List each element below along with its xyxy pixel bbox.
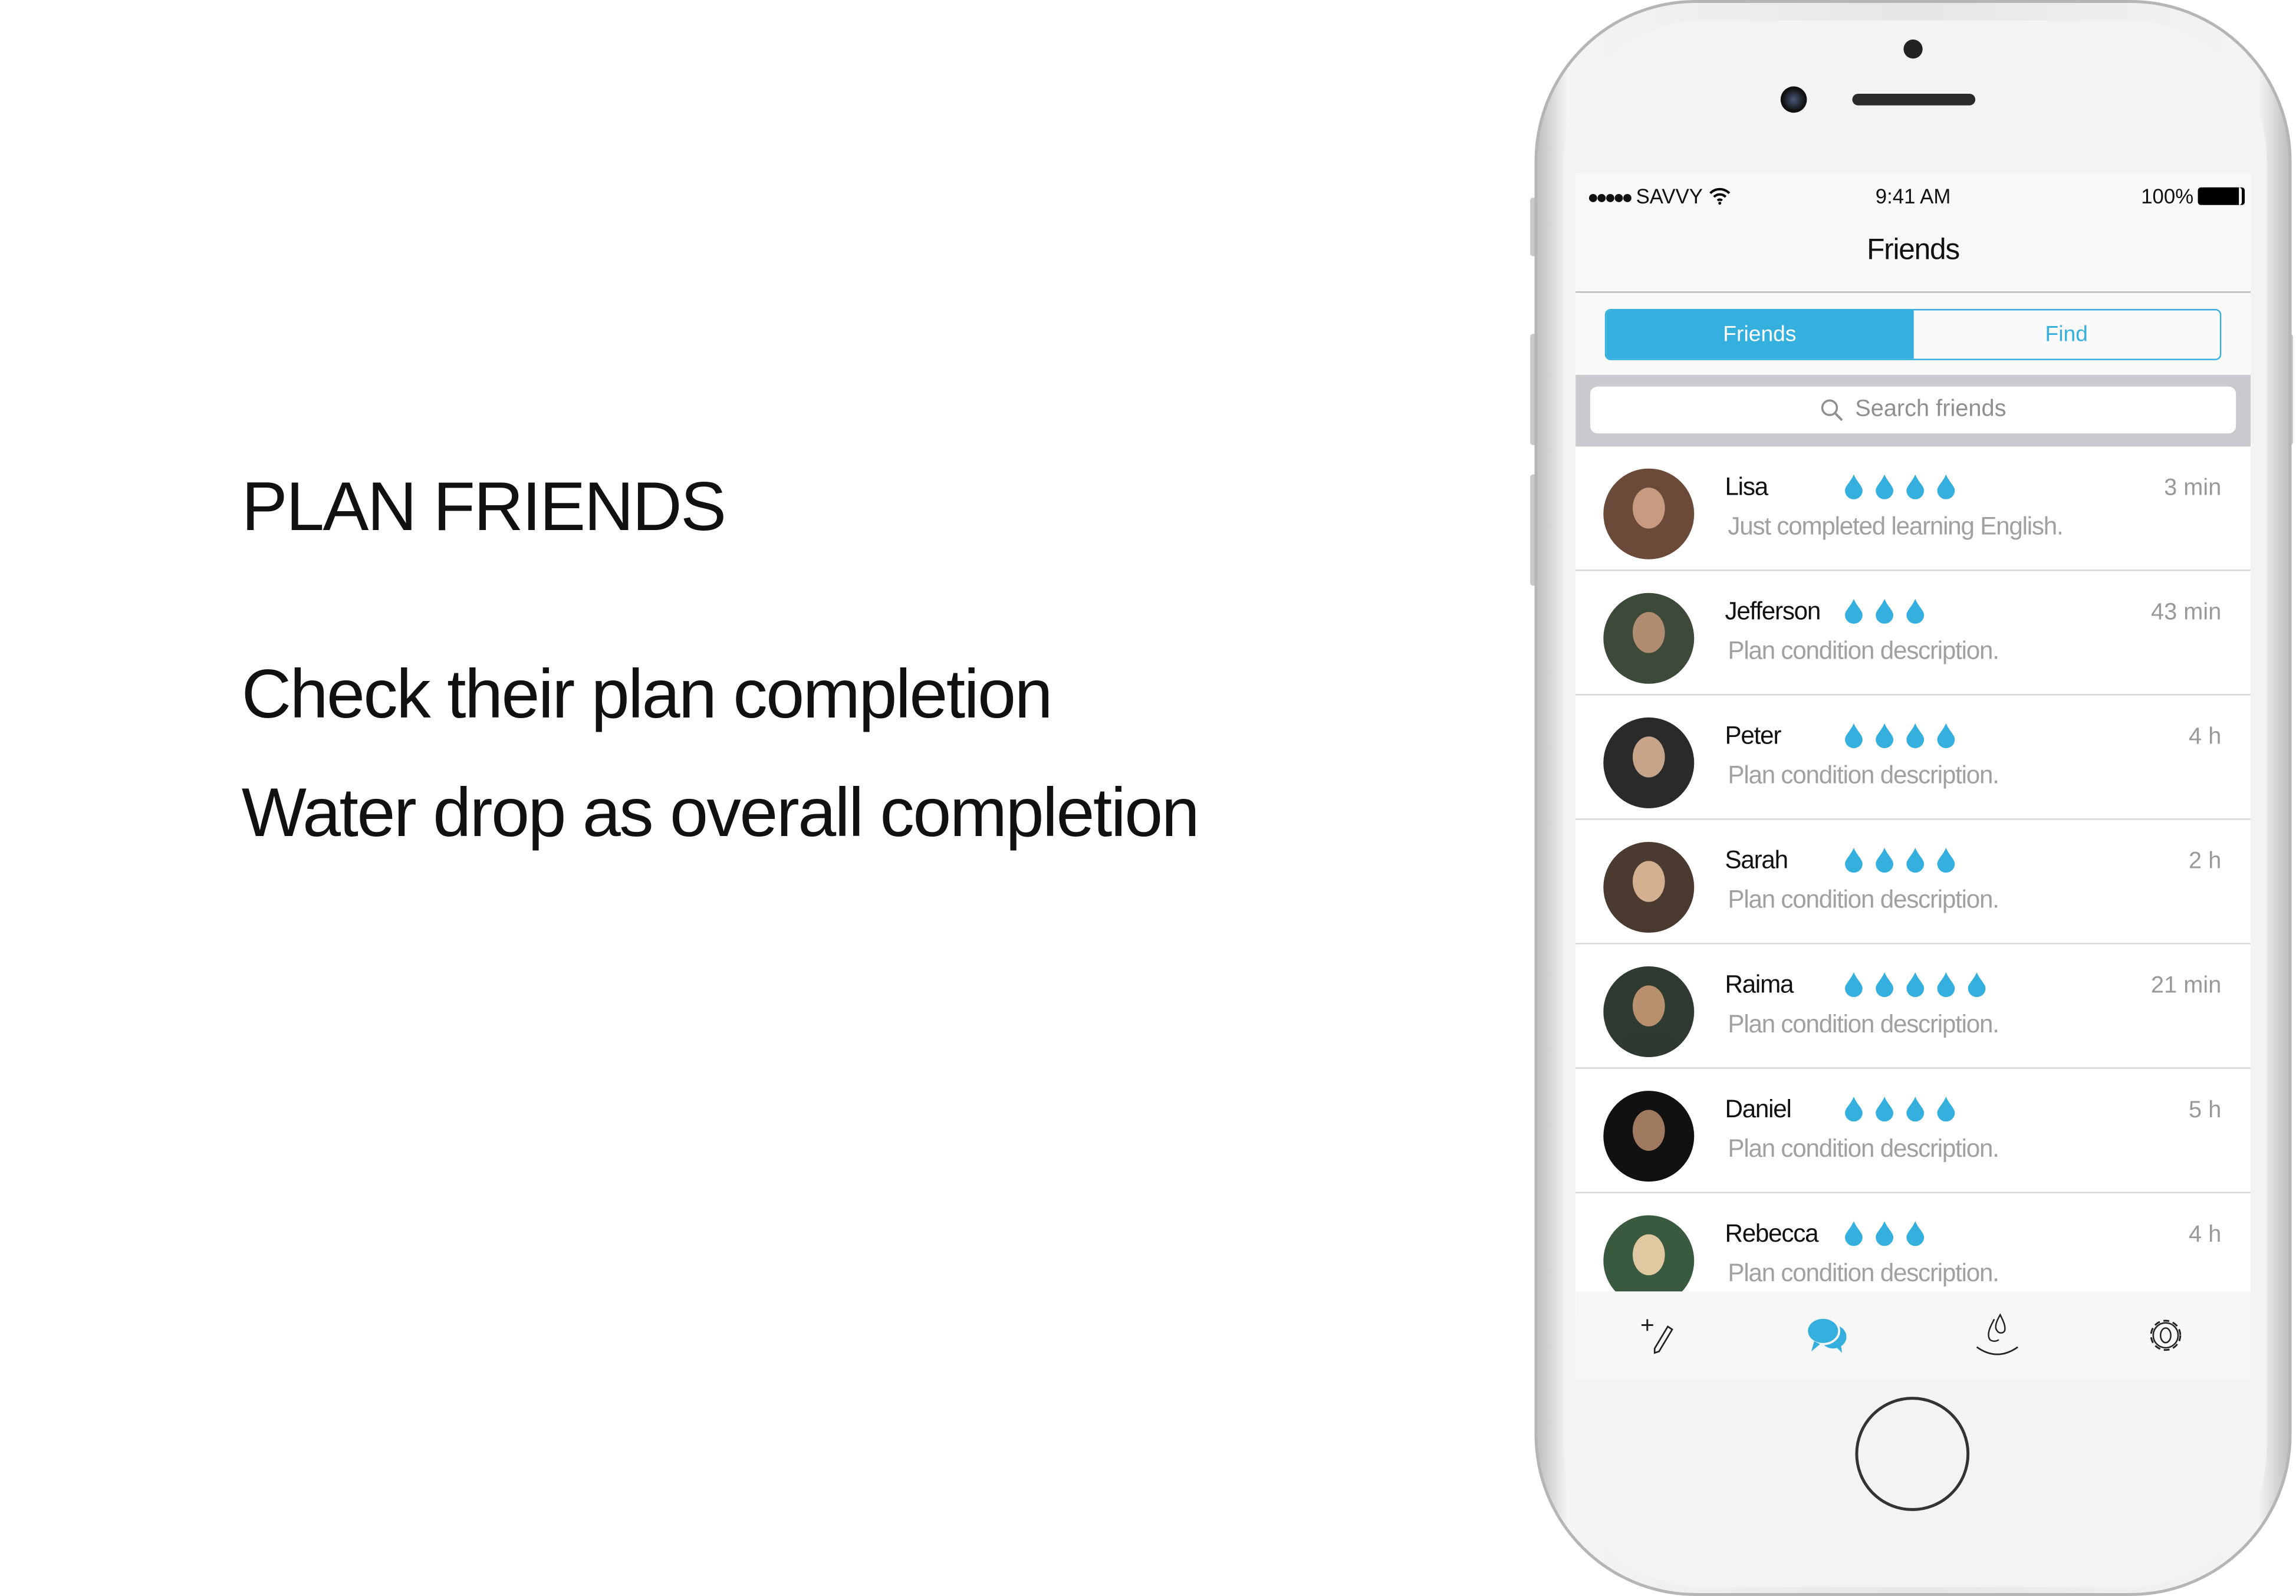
search-bar: Search friends xyxy=(1575,374,2251,447)
last-active-time: 4 h xyxy=(2189,725,2222,750)
friend-name: Daniel xyxy=(1725,1095,1792,1123)
tab-friends[interactable]: Friends xyxy=(1606,310,1913,359)
water-drop-icon xyxy=(1845,972,1863,998)
water-drop-icon xyxy=(1968,972,1986,998)
friend-row[interactable]: Jefferson 43 min Plan condition descript… xyxy=(1575,571,2251,696)
nav-bar: ●●●●● SAVVY 9:41 AM 100% Friends xyxy=(1575,173,2251,293)
water-drop-icon xyxy=(1906,1221,1925,1246)
completion-drops xyxy=(1844,846,1956,873)
plan-description: Plan condition description. xyxy=(1728,1134,1999,1163)
avatar[interactable] xyxy=(1603,841,1695,933)
last-active-time: 5 h xyxy=(2189,1098,2222,1123)
gear-icon[interactable] xyxy=(2137,1306,2195,1364)
last-active-time: 4 h xyxy=(2189,1222,2222,1248)
water-drop-icon xyxy=(1906,723,1925,749)
speaker-grille xyxy=(1852,93,1976,106)
add-plan-icon[interactable] xyxy=(1631,1306,1689,1364)
friend-row[interactable]: Lisa 3 min Just completed learning Engli… xyxy=(1575,446,2251,571)
chat-icon[interactable] xyxy=(1800,1306,1858,1364)
water-drop-icon xyxy=(1845,1097,1863,1122)
completion-drops xyxy=(1844,722,1956,749)
water-drop-icon xyxy=(1876,474,1894,499)
home-button[interactable] xyxy=(1855,1397,1970,1511)
water-drop-icon xyxy=(1876,847,1894,873)
segment-bar: Friends Find xyxy=(1575,294,2251,375)
friend-name: Raima xyxy=(1725,970,1794,999)
camera-icon xyxy=(1780,86,1807,113)
completion-drops xyxy=(1844,597,1926,624)
plan-description: Plan condition description. xyxy=(1728,886,1999,914)
tab-bar xyxy=(1575,1291,2251,1380)
water-drop-icon xyxy=(1876,598,1894,624)
last-active-time: 3 min xyxy=(2164,476,2222,501)
last-active-time: 2 h xyxy=(2189,849,2222,874)
water-drop-icon[interactable] xyxy=(1968,1306,2027,1364)
plan-description: Plan condition description. xyxy=(1728,1259,1999,1287)
avatar[interactable] xyxy=(1603,1091,1695,1182)
plan-description: Just completed learning English. xyxy=(1728,512,2063,541)
water-drop-icon xyxy=(1937,723,1955,749)
water-drop-icon xyxy=(1906,972,1925,998)
completion-drops xyxy=(1844,1095,1956,1122)
water-drop-icon xyxy=(1845,598,1863,624)
water-drop-icon xyxy=(1876,723,1894,749)
water-drop-icon xyxy=(1845,847,1863,873)
water-drop-icon xyxy=(1937,474,1955,499)
water-drop-icon xyxy=(1876,1221,1894,1246)
friend-name: Sarah xyxy=(1725,846,1788,874)
sensor-icon xyxy=(1903,40,1923,59)
plan-description: Plan condition description. xyxy=(1728,1010,1999,1038)
water-drop-icon xyxy=(1876,1097,1894,1122)
water-drop-icon xyxy=(1845,723,1863,749)
friend-row[interactable]: Raima 21 min Plan condition description. xyxy=(1575,944,2251,1069)
avatar[interactable] xyxy=(1603,468,1695,560)
friend-name: Peter xyxy=(1725,722,1781,750)
slide: PLAN FRIENDS Check their plan completion… xyxy=(0,0,2296,1596)
friend-name: Lisa xyxy=(1725,473,1768,501)
plan-description: Plan condition description. xyxy=(1728,637,1999,665)
battery-icon xyxy=(2198,187,2242,205)
water-drop-icon xyxy=(1937,1097,1955,1122)
headline: PLAN FRIENDS xyxy=(241,467,726,545)
water-drop-icon xyxy=(1906,1097,1925,1122)
friend-row[interactable]: Peter 4 h Plan condition description. xyxy=(1575,695,2251,820)
water-drop-icon xyxy=(1906,598,1925,624)
battery-label: 100% xyxy=(2141,184,2194,208)
completion-drops xyxy=(1844,970,1987,998)
app-screen: ●●●●● SAVVY 9:41 AM 100% Friends Friends… xyxy=(1575,173,2251,1380)
friend-name: Rebecca xyxy=(1725,1219,1818,1248)
tab-find[interactable]: Find xyxy=(1913,310,2220,359)
water-drop-icon xyxy=(1845,474,1863,499)
page-title: Friends xyxy=(1867,234,1960,266)
water-drop-icon xyxy=(1906,474,1925,499)
water-drop-icon xyxy=(1876,972,1894,998)
battery-status: 100% xyxy=(2141,185,2242,208)
avatar[interactable] xyxy=(1603,717,1695,808)
friend-name: Jefferson xyxy=(1725,597,1821,626)
friend-row[interactable]: Sarah 2 h Plan condition description. xyxy=(1575,820,2251,945)
water-drop-icon xyxy=(1845,1221,1863,1246)
completion-drops xyxy=(1844,473,1956,499)
feature-line: Check their plan completion xyxy=(241,654,1053,732)
completion-drops xyxy=(1844,1220,1926,1246)
water-drop-icon xyxy=(1906,847,1925,873)
avatar[interactable] xyxy=(1603,966,1695,1058)
segmented-control: Friends Find xyxy=(1604,308,2222,360)
search-input[interactable]: Search friends xyxy=(1590,386,2236,434)
last-active-time: 43 min xyxy=(2151,600,2222,626)
water-drop-icon xyxy=(1937,972,1955,998)
water-drop-icon xyxy=(1937,847,1955,873)
plan-description: Plan condition description. xyxy=(1728,761,1999,789)
search-placeholder: Search friends xyxy=(1855,397,2006,422)
last-active-time: 21 min xyxy=(2151,973,2222,999)
search-icon xyxy=(1821,399,1843,422)
feature-line: Water drop as overall completion xyxy=(241,773,1200,851)
avatar[interactable] xyxy=(1603,593,1695,684)
friend-row[interactable]: Daniel 5 h Plan condition description. xyxy=(1575,1068,2251,1193)
